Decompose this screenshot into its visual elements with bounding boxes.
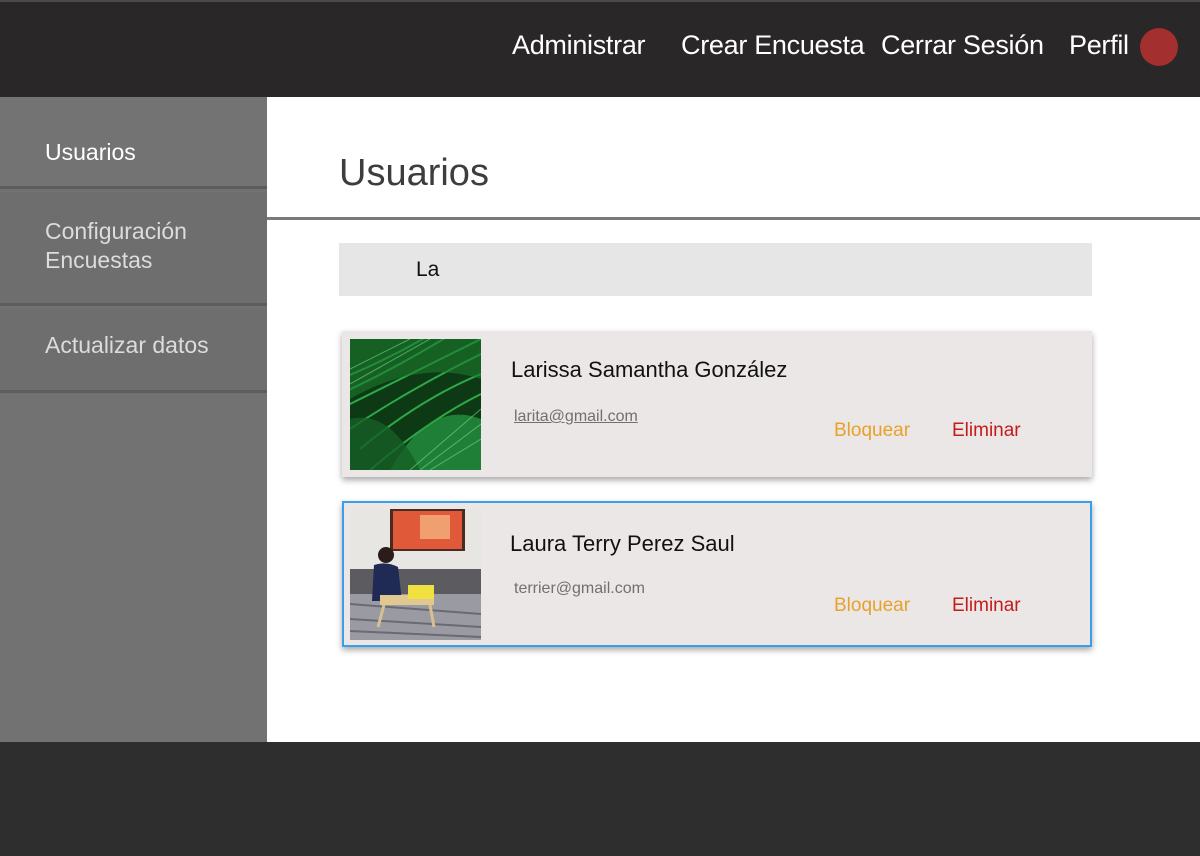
top-navbar: Administrar Crear Encuesta Cerrar Sesión… — [0, 0, 1200, 97]
block-button[interactable]: Bloquear — [834, 420, 910, 442]
block-button[interactable]: Bloquear — [834, 595, 910, 617]
nav-administrar[interactable]: Administrar — [512, 30, 646, 61]
main-content: Usuarios Larissa Samanth — [267, 97, 1200, 742]
page-title: Usuarios — [339, 152, 489, 194]
user-name: Larissa Samantha González — [511, 357, 788, 382]
user-name: Laura Terry Perez Saul — [510, 531, 735, 556]
sidebar-item-label: Actualizar datos — [45, 332, 209, 358]
user-photo — [350, 339, 481, 470]
sidebar-item-usuarios[interactable]: Usuarios — [0, 97, 267, 189]
nav-perfil[interactable]: Perfil — [1069, 30, 1129, 61]
sidebar-item-actualizar-datos[interactable]: Actualizar datos — [0, 309, 267, 393]
user-card[interactable]: Larissa Samantha González larita@gmail.c… — [342, 331, 1092, 477]
title-divider — [267, 217, 1200, 220]
user-email[interactable]: terrier@gmail.com — [514, 580, 645, 598]
sidebar-item-label: Usuarios — [45, 139, 136, 165]
sidebar: Usuarios Configuración Encuestas Actuali… — [0, 97, 267, 742]
search-input[interactable] — [339, 243, 1092, 296]
delete-button[interactable]: Eliminar — [952, 595, 1021, 617]
user-email[interactable]: larita@gmail.com — [514, 408, 638, 426]
sidebar-item-configuracion-encuestas[interactable]: Configuración Encuestas — [0, 192, 267, 306]
nav-crear-encuesta[interactable]: Crear Encuesta — [681, 30, 865, 61]
footer — [0, 742, 1200, 856]
sidebar-item-label: Configuración Encuestas — [45, 218, 187, 273]
user-card[interactable]: Laura Terry Perez Saul terrier@gmail.com… — [342, 501, 1092, 647]
nav-cerrar-sesion[interactable]: Cerrar Sesión — [881, 30, 1044, 61]
delete-button[interactable]: Eliminar — [952, 420, 1021, 442]
avatar[interactable] — [1140, 28, 1178, 66]
user-photo — [350, 509, 481, 640]
